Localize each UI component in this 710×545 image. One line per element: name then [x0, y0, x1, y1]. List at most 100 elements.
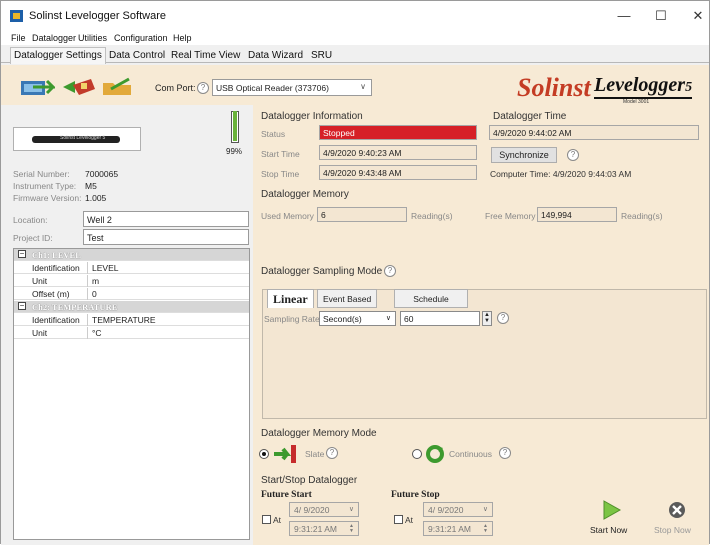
property-value[interactable]: TEMPERATURE [92, 315, 156, 325]
start-time-label: Start Time [261, 149, 300, 159]
stop-now-button[interactable]: Stop Now [654, 525, 691, 535]
menu-configuration[interactable]: Configuration [114, 33, 168, 43]
com-port-select[interactable]: USB Optical Reader (373706) ∨ [212, 79, 372, 96]
synchronize-button[interactable]: Synchronize [491, 147, 557, 163]
future-stop-checkbox[interactable] [394, 515, 403, 524]
tab-data-wizard[interactable]: Data Wizard [248, 49, 303, 63]
property-value[interactable]: 0 [92, 289, 97, 299]
datalogger-time-title: Datalogger Time [493, 111, 567, 122]
firmware-version-value: 1.005 [85, 193, 107, 203]
close-icon[interactable]: ✕ [683, 5, 710, 27]
sampling-mode-title: Datalogger Sampling Mode [261, 266, 383, 277]
slate-label: Slate [305, 449, 325, 459]
slate-radio[interactable] [259, 449, 269, 459]
future-start-date: 4/ 9/2020 [294, 505, 330, 515]
menu-file[interactable]: File [11, 33, 26, 43]
open-settings-icon[interactable] [101, 77, 137, 97]
future-stop-date-picker[interactable]: 4/ 9/2020 ∨ [423, 502, 493, 517]
sampling-rate-spinner[interactable]: ▲ ▼ [482, 311, 492, 326]
tab-datalogger-settings[interactable]: Datalogger Settings [10, 47, 106, 64]
menu-help[interactable]: Help [173, 33, 192, 43]
datalogger-info-title: Datalogger Information [261, 111, 363, 122]
free-memory-unit: Reading(s) [621, 211, 663, 221]
property-row[interactable]: Identification LEVEL [14, 262, 249, 274]
synchronize-help-icon[interactable]: ? [567, 149, 579, 161]
stop-time-label: Stop Time [261, 169, 300, 179]
stop-time-value: 4/9/2020 9:43:48 AM [319, 165, 477, 180]
chevron-down-icon: ∨ [482, 506, 488, 513]
property-row[interactable]: Offset (m) 0 [14, 288, 249, 300]
sampling-help-icon[interactable]: ? [384, 265, 396, 277]
instrument-type-label: Instrument Type: [13, 181, 77, 191]
levelogger-logo-version: 5 [685, 80, 693, 95]
start-now-icon[interactable] [599, 499, 623, 521]
start-now-button[interactable]: Start Now [590, 525, 627, 535]
tab-data-control[interactable]: Data Control [109, 49, 165, 63]
sampling-rate-help-icon[interactable]: ? [497, 312, 509, 324]
used-memory-unit: Reading(s) [411, 211, 453, 221]
future-start-time-picker[interactable]: 9:31:21 AM ▲ ▼ [289, 521, 359, 536]
menu-datalogger[interactable]: Datalogger [32, 33, 76, 43]
channel-group-row[interactable]: − Ch1: LEVEL [14, 249, 249, 261]
future-stop-time-picker[interactable]: 9:31:21 AM ▲ ▼ [423, 521, 493, 536]
property-value[interactable]: m [92, 276, 99, 286]
maximize-icon[interactable]: ☐ [646, 5, 676, 27]
tab-real-time-view[interactable]: Real Time View [171, 49, 240, 63]
levelogger-logo-text: Levelogger [594, 74, 686, 96]
stop-now-icon[interactable] [667, 500, 687, 520]
toolbar: Com Port: ? USB Optical Reader (373706) … [1, 65, 709, 105]
property-row[interactable]: Unit °C [14, 327, 249, 339]
future-start-date-picker[interactable]: 4/ 9/2020 ∨ [289, 502, 359, 517]
slate-help-icon[interactable]: ? [326, 447, 338, 459]
future-stop-label: Future Stop [391, 490, 440, 500]
com-port-help-icon[interactable]: ? [197, 82, 209, 94]
program-datalogger-icon[interactable] [61, 77, 97, 97]
firmware-version-label: Firmware Version: [13, 193, 82, 203]
property-key: Unit [32, 276, 48, 286]
window-title: Solinst Levelogger Software [29, 10, 166, 22]
project-id-input[interactable]: Test [83, 229, 249, 245]
spinner-icon: ▲ ▼ [483, 523, 488, 534]
future-start-checkbox[interactable] [262, 515, 271, 524]
com-port-label: Com Port: [155, 83, 196, 93]
future-start-time: 9:31:21 AM [294, 524, 338, 534]
property-row[interactable]: Identification TEMPERATURE [14, 314, 249, 326]
title-bar: Solinst Levelogger Software — ☐ ✕ [1, 1, 709, 31]
property-value[interactable]: °C [92, 328, 102, 338]
property-key: Identification [32, 315, 80, 325]
property-key: Unit [32, 328, 48, 338]
tab-schedule[interactable]: Schedule [394, 289, 468, 308]
tab-sru[interactable]: SRU [311, 49, 332, 63]
levelogger-device-icon: Solinst Levelogger 5 [32, 135, 120, 143]
tab-linear[interactable]: Linear [267, 289, 314, 308]
property-key: Offset (m) [32, 289, 70, 299]
chevron-down-icon: ∨ [360, 82, 366, 91]
property-value[interactable]: LEVEL [92, 263, 118, 273]
collapse-icon[interactable]: − [18, 302, 26, 310]
continuous-radio[interactable] [412, 449, 422, 459]
sampling-rate-input[interactable]: 60 [400, 311, 480, 326]
continuous-help-icon[interactable]: ? [499, 447, 511, 459]
memory-mode-title: Datalogger Memory Mode [261, 428, 377, 439]
levelogger-logo: Levelogger5 [594, 74, 693, 99]
property-row[interactable]: Unit m [14, 275, 249, 287]
sampling-rate-unit-select[interactable]: Second(s) ∨ [319, 311, 396, 326]
collapse-icon[interactable]: − [18, 250, 26, 258]
channel-group-name: Ch2: TEMPERATURE [32, 302, 118, 312]
device-image-label: Solinst Levelogger 5 [60, 135, 106, 141]
menu-utilities[interactable]: Utilities [78, 33, 107, 43]
sampling-rate-unit: Second(s) [323, 314, 362, 324]
property-key: Identification [32, 263, 80, 273]
channel-group-row[interactable]: − Ch2: TEMPERATURE [14, 301, 249, 313]
tab-event-based[interactable]: Event Based [317, 289, 378, 308]
location-input[interactable]: Well 2 [83, 211, 249, 227]
read-settings-icon[interactable] [19, 77, 55, 97]
start-time-value: 4/9/2020 9:40:23 AM [319, 145, 477, 160]
project-id-label: Project ID: [13, 233, 53, 243]
minimize-icon[interactable]: — [609, 5, 639, 27]
chevron-down-icon: ∨ [385, 315, 391, 322]
used-memory-value: 6 [317, 207, 407, 222]
start-stop-title: Start/Stop Datalogger [261, 475, 358, 486]
serial-number-value: 7000065 [85, 169, 119, 179]
sampling-rate-label: Sampling Rate [264, 314, 320, 324]
